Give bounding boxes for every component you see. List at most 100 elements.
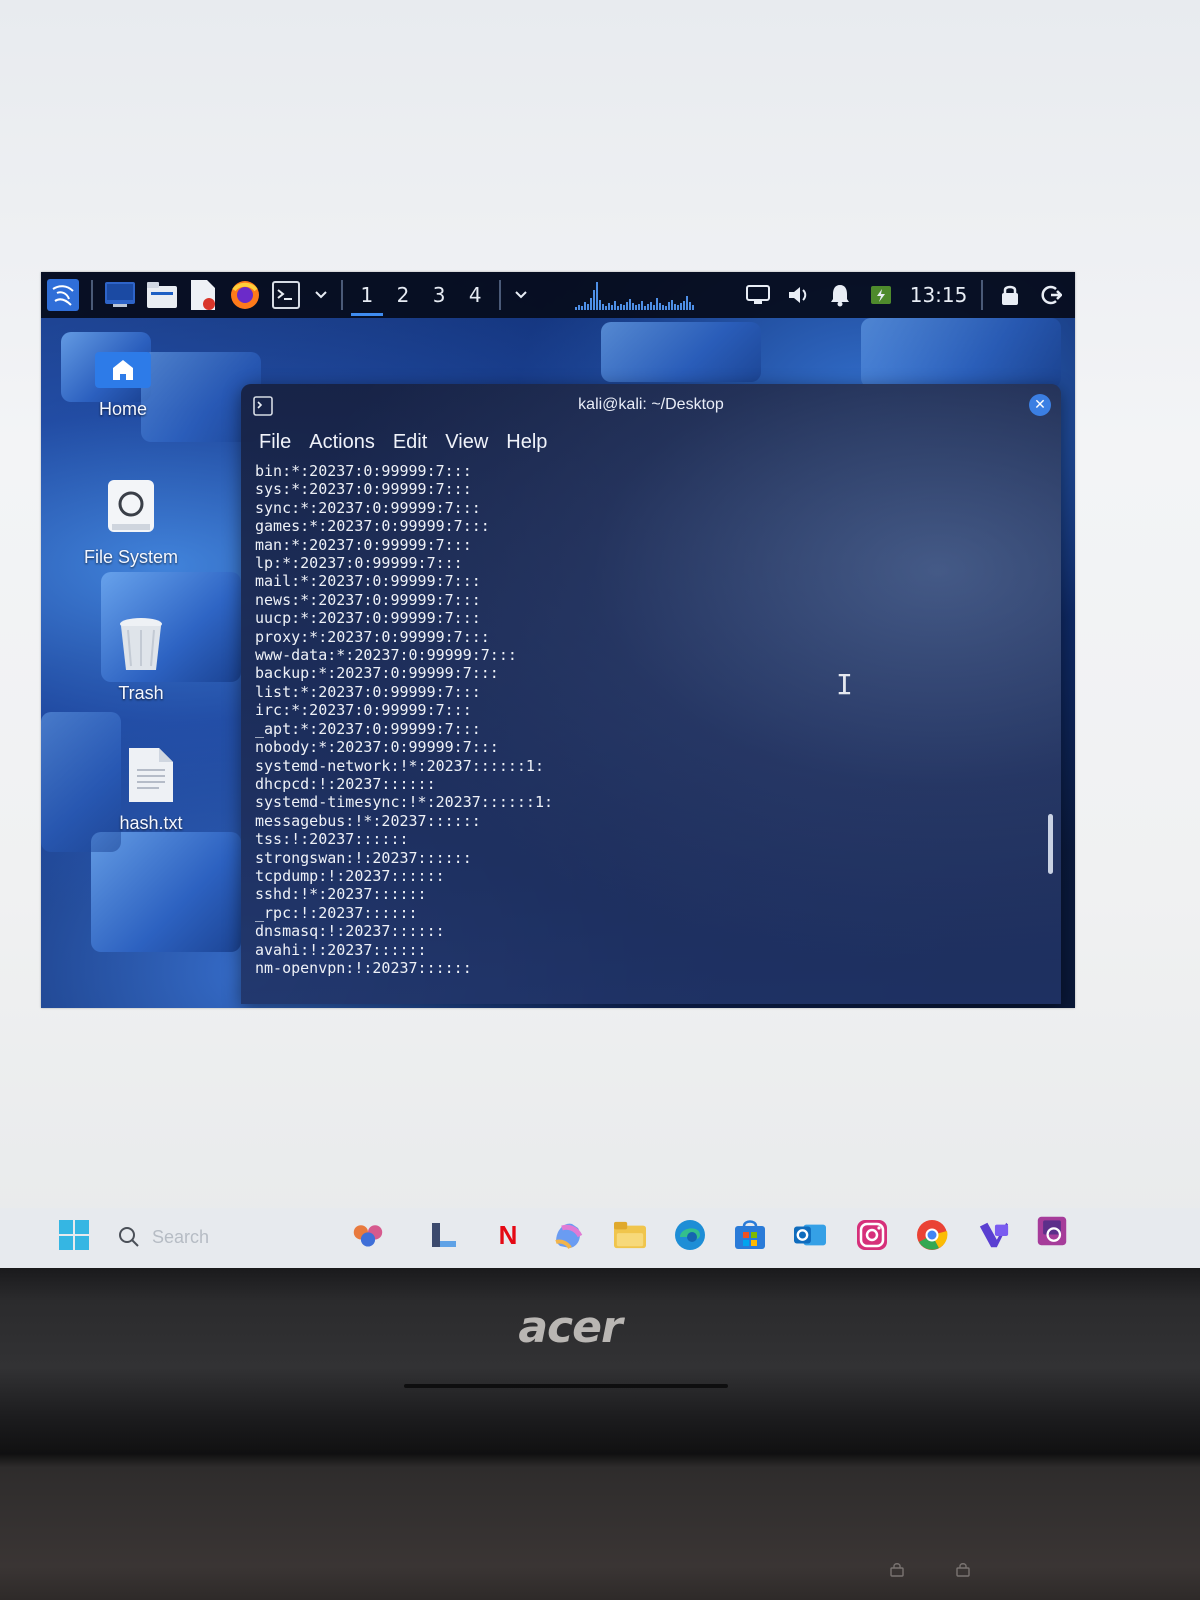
terminal-line: _apt:*:20237:0:99999:7:::	[255, 719, 481, 738]
terminal-line: systemd-timesync:!*:20237::::::1:	[255, 793, 554, 812]
workspace-4[interactable]: 4	[457, 272, 493, 318]
desktop-icon-trash[interactable]: Trash	[81, 616, 201, 704]
l-app-icon[interactable]	[428, 1219, 460, 1251]
panel-separator	[91, 280, 93, 310]
drive-icon	[108, 480, 154, 532]
lock-icon[interactable]	[995, 279, 1024, 311]
logout-icon[interactable]	[1036, 279, 1065, 311]
terminal-line: tss:!:20237::::::	[255, 830, 409, 849]
battery-icon[interactable]	[867, 279, 896, 311]
firefox-icon[interactable]	[230, 279, 260, 311]
terminal-line: mail:*:20237:0:99999:7:::	[255, 572, 481, 591]
terminal-line: sys:*:20237:0:99999:7:::	[255, 480, 472, 499]
desktop-icon-label: File System	[83, 547, 179, 567]
terminal-line: dhcpcd:!:20237::::::	[255, 774, 436, 793]
terminal-line: bin:*:20237:0:99999:7:::	[255, 462, 472, 480]
kali-dragon-icon[interactable]	[47, 279, 79, 311]
terminal-scrollbar[interactable]	[1048, 814, 1053, 874]
terminal-line: tcpdump:!:20237::::::	[255, 866, 445, 885]
home-folder-icon	[95, 352, 151, 388]
desktop-icon-file-system[interactable]: File System	[71, 480, 191, 568]
netflix-letter: N	[498, 1219, 518, 1250]
terminal-line: dnsmasq:!:20237::::::	[255, 922, 445, 941]
terminal-line: news:*:20237:0:99999:7:::	[255, 590, 481, 609]
virtualbox-icon[interactable]	[1036, 1215, 1068, 1247]
kali-top-panel: 1 2 3 4 13:15	[41, 272, 1075, 318]
panel-separator	[981, 280, 984, 310]
terminal-titlebar[interactable]: kali@kali: ~/Desktop ✕	[241, 384, 1061, 426]
close-icon[interactable]: ✕	[1029, 394, 1051, 416]
workspace-2[interactable]: 2	[385, 272, 421, 318]
search-icon	[119, 1227, 139, 1247]
terminal-output[interactable]: bin:*:20237:0:99999:7::: sys:*:20237:0:9…	[241, 458, 1061, 977]
menu-actions[interactable]: Actions	[309, 431, 375, 454]
volume-icon[interactable]	[785, 279, 814, 311]
terminal-line: _rpc:!:20237::::::	[255, 903, 418, 922]
desktop-icon-home[interactable]: Home	[63, 352, 183, 420]
bell-icon[interactable]	[826, 279, 855, 311]
vs-icon[interactable]	[978, 1219, 1010, 1251]
menu-edit[interactable]: Edit	[393, 431, 427, 454]
chrome-icon[interactable]	[916, 1219, 948, 1251]
terminal-icon[interactable]	[272, 279, 301, 311]
laptop-hinge	[404, 1384, 728, 1388]
panel-separator	[340, 280, 343, 310]
panel-clock[interactable]: 13:15	[910, 283, 968, 307]
text-cursor-icon: I	[836, 668, 853, 701]
terminal-line: nm-openvpn:!:20237::::::	[255, 958, 472, 977]
outlook-icon[interactable]	[794, 1219, 826, 1251]
desktop-icon-hash-txt[interactable]: hash.txt	[91, 748, 211, 834]
file-manager-icon[interactable]	[146, 279, 177, 311]
status-led-icon	[954, 1562, 972, 1577]
workspace-1[interactable]: 1	[349, 272, 385, 318]
windows-search-box[interactable]: Search	[118, 1222, 209, 1252]
search-placeholder: Search	[152, 1226, 210, 1247]
terminal-line: messagebus:!*:20237::::::	[255, 811, 481, 830]
text-editor-icon[interactable]	[189, 279, 218, 311]
store-icon[interactable]	[734, 1219, 766, 1251]
file-explorer-icon[interactable]	[614, 1219, 646, 1251]
terminal-line: uucp:*:20237:0:99999:7:::	[255, 609, 481, 628]
terminal-line: proxy:*:20237:0:99999:7:::	[255, 627, 490, 646]
terminal-menubar: File Actions Edit View Help	[241, 426, 1061, 458]
trash-icon	[120, 618, 162, 670]
windows-start-icon[interactable]	[58, 1219, 90, 1251]
terminal-line: www-data:*:20237:0:99999:7:::	[255, 646, 517, 665]
chevron-down-icon[interactable]	[313, 279, 329, 311]
laptop-brand-logo: acer	[518, 1302, 622, 1353]
menu-help[interactable]: Help	[506, 431, 547, 454]
edge-icon[interactable]	[674, 1219, 706, 1251]
workspace-3[interactable]: 3	[421, 272, 457, 318]
copilot-icon[interactable]	[552, 1219, 584, 1251]
text-file-icon	[129, 748, 173, 802]
terminal-line: man:*:20237:0:99999:7:::	[255, 535, 472, 554]
status-led-icon	[888, 1562, 906, 1577]
terminal-line: lp:*:20237:0:99999:7:::	[255, 554, 463, 573]
terminal-line: list:*:20237:0:99999:7:::	[255, 682, 481, 701]
kali-vm-display: 1 2 3 4 13:15 Home File System Trash has…	[41, 272, 1075, 1008]
panel-separator	[499, 280, 502, 310]
copilot-people-icon[interactable]	[352, 1219, 384, 1251]
chevron-down-icon[interactable]	[513, 279, 529, 311]
cpu-monitor-graph	[575, 280, 738, 310]
desktop-icon-label: hash.txt	[119, 813, 183, 833]
display-icon[interactable]	[744, 279, 773, 311]
terminal-line: backup:*:20237:0:99999:7:::	[255, 664, 499, 683]
terminal-line: sync:*:20237:0:99999:7:::	[255, 498, 481, 517]
photographed-screen: 1 2 3 4 13:15 Home File System Trash has…	[0, 0, 1200, 1268]
netflix-icon[interactable]: N	[492, 1219, 524, 1251]
menu-file[interactable]: File	[259, 431, 291, 454]
terminal-line: sshd:!*:20237::::::	[255, 885, 427, 904]
terminal-line: systemd-network:!*:20237::::::1:	[255, 756, 544, 775]
terminal-line: strongswan:!:20237::::::	[255, 848, 472, 867]
terminal-line: avahi:!:20237::::::	[255, 940, 427, 959]
terminal-line: nobody:*:20237:0:99999:7:::	[255, 738, 499, 757]
show-desktop-icon[interactable]	[104, 279, 135, 311]
terminal-line: irc:*:20237:0:99999:7:::	[255, 701, 472, 720]
instagram-icon[interactable]	[856, 1219, 888, 1251]
terminal-title: kali@kali: ~/Desktop	[578, 396, 724, 413]
menu-view[interactable]: View	[445, 431, 488, 454]
desktop-icon-label: Home	[98, 399, 147, 419]
terminal-line: games:*:20237:0:99999:7:::	[255, 517, 490, 536]
terminal-window[interactable]: kali@kali: ~/Desktop ✕ File Actions Edit…	[241, 384, 1061, 1004]
